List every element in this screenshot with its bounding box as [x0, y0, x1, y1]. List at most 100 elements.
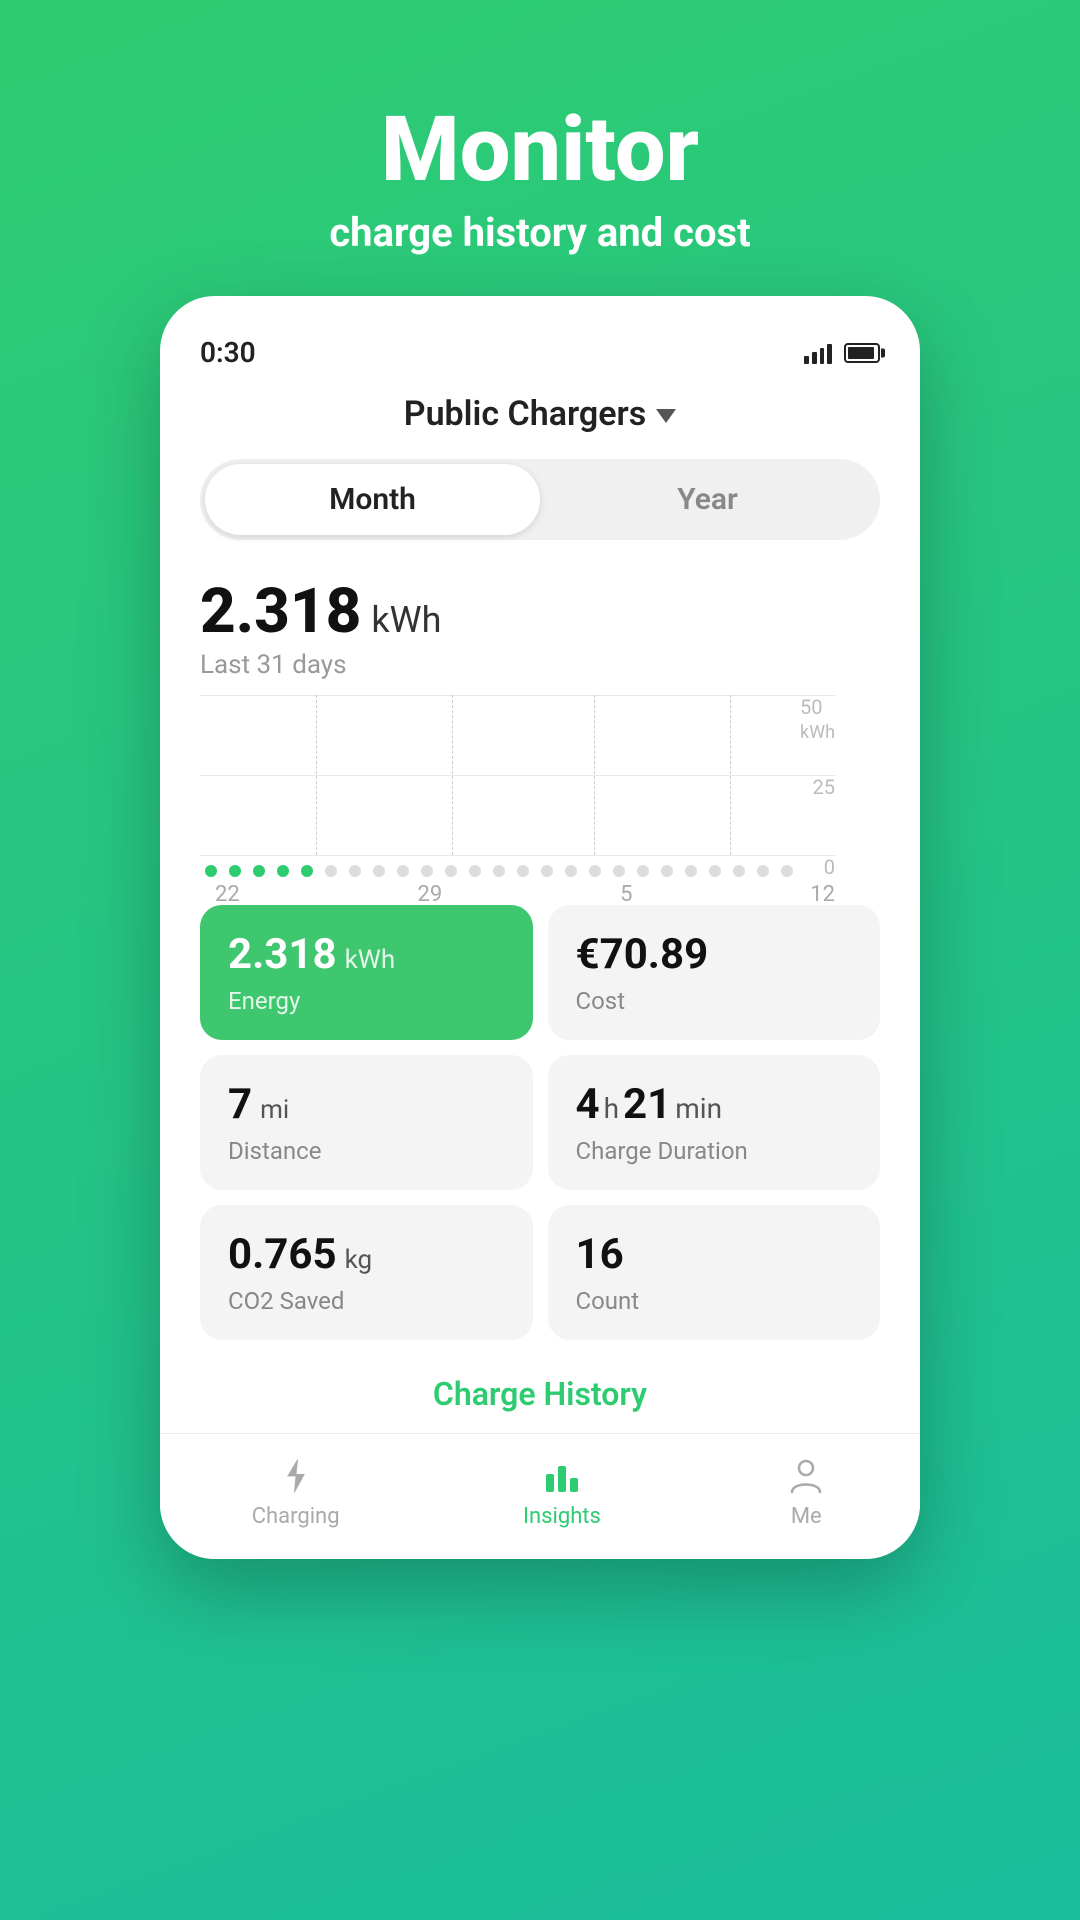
stat-card-distance-top: 7 mi	[228, 1080, 505, 1129]
lightning-icon	[274, 1454, 318, 1498]
chart-x-label-12: 12	[810, 882, 835, 907]
chart-dot-inactive	[589, 865, 601, 877]
chart-dot-inactive	[325, 865, 337, 877]
chart-y-label-25: 25	[813, 775, 835, 799]
energy-chart: 50kWh 25 0	[160, 685, 920, 885]
stat-card-count: 16 Count	[548, 1205, 881, 1340]
stat-co2-value: 0.765	[228, 1230, 337, 1279]
stat-co2-label: CO2 Saved	[228, 1287, 505, 1315]
nav-item-insights[interactable]: Insights	[523, 1454, 601, 1529]
chart-dot-inactive	[493, 865, 505, 877]
stat-card-duration-top: 4 h 21 min	[576, 1080, 853, 1129]
stat-duration-mins: 21	[623, 1080, 671, 1129]
chart-x-label-22: 22	[215, 882, 240, 907]
chart-x-label-29: 29	[418, 882, 443, 907]
signal-icon	[804, 342, 832, 364]
energy-unit: kWh	[371, 599, 441, 641]
header: Monitor charge history and cost	[329, 0, 750, 296]
chart-grid-bot: 0	[200, 855, 835, 856]
chart-dot-inactive	[781, 865, 793, 877]
page-title: Monitor	[329, 100, 750, 199]
chart-dot-inactive	[661, 865, 673, 877]
status-icons	[804, 342, 880, 364]
stat-cost-label: Cost	[576, 987, 853, 1015]
nav-label-me: Me	[791, 1504, 822, 1529]
stat-co2-unit: kg	[345, 1245, 373, 1275]
chart-vline-2	[452, 695, 453, 855]
stat-distance-unit: mi	[260, 1095, 289, 1125]
stat-card-cost: €70.89 Cost	[548, 905, 881, 1040]
chart-dot-inactive	[373, 865, 385, 877]
nav-label-charging: Charging	[252, 1504, 340, 1529]
month-tab[interactable]: Month	[205, 464, 540, 535]
chart-dot-inactive	[541, 865, 553, 877]
chart-dot-inactive	[517, 865, 529, 877]
chart-dots	[200, 855, 880, 877]
chart-dot-inactive	[445, 865, 457, 877]
chart-dot-inactive	[397, 865, 409, 877]
stat-duration-min: min	[675, 1092, 722, 1125]
stats-grid: 2.318 kWh Energy €70.89 Cost 7 mi Distan…	[160, 885, 920, 1360]
stat-card-cost-top: €70.89	[576, 930, 853, 979]
chart-dot-active	[205, 865, 217, 877]
chart-grid-mid: 25	[200, 775, 835, 776]
chart-dot-inactive	[757, 865, 769, 877]
chart-vline-1	[316, 695, 317, 855]
page-subtitle: charge history and cost	[329, 209, 750, 256]
chart-x-labels: 22 29 5 12	[200, 877, 880, 907]
stat-energy-label: Energy	[228, 987, 505, 1015]
charger-selector[interactable]: Public Chargers	[160, 374, 920, 444]
chart-dot-inactive	[637, 865, 649, 877]
stat-duration-h: h	[604, 1092, 619, 1125]
energy-main-value: 2.318 kWh	[200, 575, 880, 648]
nav-item-me[interactable]: Me	[784, 1454, 828, 1529]
chart-dot-inactive	[421, 865, 433, 877]
chart-y-label-0: 0	[824, 855, 835, 879]
chart-dot-inactive	[349, 865, 361, 877]
nav-item-charging[interactable]: Charging	[252, 1454, 340, 1529]
bottom-nav: Charging Insights Me	[160, 1433, 920, 1559]
stat-card-count-top: 16	[576, 1230, 853, 1279]
stat-card-co2-top: 0.765 kg	[228, 1230, 505, 1279]
stat-distance-label: Distance	[228, 1137, 505, 1165]
stat-card-energy-top: 2.318 kWh	[228, 930, 505, 979]
energy-value: 2.318	[200, 575, 361, 648]
nav-label-insights: Insights	[523, 1504, 601, 1529]
stat-card-energy: 2.318 kWh Energy	[200, 905, 533, 1040]
chart-y-label-50: 50kWh	[800, 695, 835, 743]
chart-dot-active	[277, 865, 289, 877]
chart-dot-active	[253, 865, 265, 877]
stat-card-duration: 4 h 21 min Charge Duration	[548, 1055, 881, 1190]
year-tab[interactable]: Year	[540, 464, 875, 535]
period-toggle: Month Year	[200, 459, 880, 540]
chart-dot-inactive	[565, 865, 577, 877]
charge-history-link[interactable]: Charge History	[160, 1360, 920, 1433]
chart-dot-inactive	[613, 865, 625, 877]
chart-dot-inactive	[709, 865, 721, 877]
stat-energy-unit: kWh	[345, 945, 396, 975]
energy-period: Last 31 days	[200, 650, 880, 680]
status-time: 0:30	[200, 336, 256, 369]
chevron-down-icon	[656, 409, 676, 423]
battery-icon	[844, 343, 880, 363]
stat-distance-value: 7	[228, 1080, 252, 1129]
stat-energy-value: 2.318	[228, 930, 337, 979]
charger-selector-label: Public Chargers	[404, 394, 647, 434]
chart-grid-top: 50kWh	[200, 695, 835, 696]
stat-cost-value: €70.89	[576, 930, 709, 979]
chart-vline-3	[594, 695, 595, 855]
insights-icon	[540, 1454, 584, 1498]
me-icon	[784, 1454, 828, 1498]
chart-dot-active	[229, 865, 241, 877]
stat-card-distance: 7 mi Distance	[200, 1055, 533, 1190]
energy-display: 2.318 kWh Last 31 days	[160, 555, 920, 685]
phone-mockup: 0:30 Public Chargers Month Year 2.318 kW…	[160, 296, 920, 1559]
chart-dot-inactive	[469, 865, 481, 877]
chart-dot-active	[301, 865, 313, 877]
chart-vline-4	[730, 695, 731, 855]
stat-duration-hours: 4	[576, 1080, 600, 1129]
chart-dot-inactive	[733, 865, 745, 877]
chart-area: 50kWh 25 0	[200, 695, 880, 855]
stat-card-co2: 0.765 kg CO2 Saved	[200, 1205, 533, 1340]
chart-dot-inactive	[685, 865, 697, 877]
